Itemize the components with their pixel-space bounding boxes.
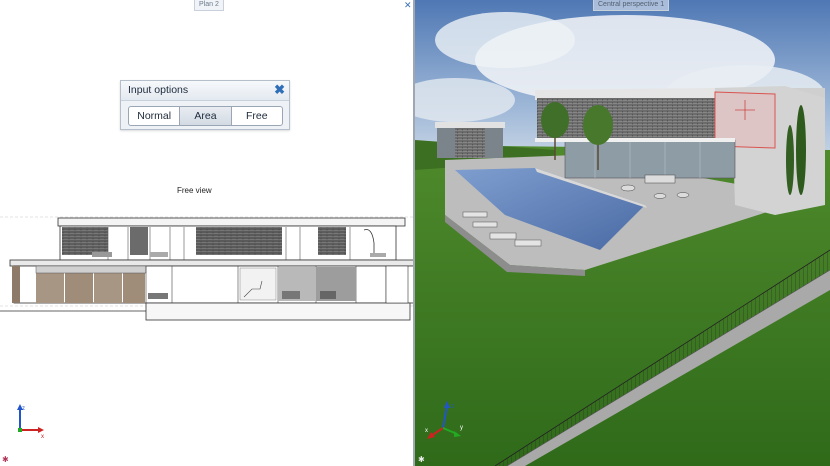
- xyz-axis-icon: z x y: [425, 401, 463, 439]
- input-options-title: Input options: [128, 84, 189, 96]
- svg-text:y: y: [460, 425, 463, 431]
- plan-2-viewport[interactable]: Plan 2 ✕ Input options ✖ Normal Area Fre…: [0, 0, 414, 466]
- close-icon[interactable]: ✖: [274, 82, 285, 98]
- central-perspective-viewport[interactable]: Central perspective 1 z x y ✱: [415, 0, 830, 466]
- svg-text:x: x: [425, 428, 428, 434]
- mode-free-button[interactable]: Free: [232, 107, 282, 125]
- free-view-label: Free view: [177, 186, 212, 195]
- plan-2-title: Plan 2: [194, 0, 224, 11]
- input-mode-selector: Normal Area Free: [128, 106, 283, 126]
- elevation-drawing[interactable]: [0, 205, 414, 330]
- input-options-dialog: Input options ✖ Normal Area Free: [120, 80, 290, 130]
- xyz-axis-icon: z x: [17, 404, 44, 440]
- svg-text:z: z: [451, 404, 454, 410]
- mode-area-button[interactable]: Area: [180, 107, 232, 125]
- svg-text:z: z: [22, 406, 25, 412]
- navigation-icon[interactable]: ✱: [2, 455, 9, 464]
- svg-text:x: x: [41, 434, 44, 440]
- mode-normal-button[interactable]: Normal: [129, 107, 181, 125]
- rendered-scene: [415, 0, 830, 466]
- input-options-header: Input options ✖: [121, 81, 289, 101]
- navigation-icon[interactable]: ✱: [418, 455, 425, 464]
- close-icon[interactable]: ✕: [404, 1, 412, 10]
- central-perspective-title: Central perspective 1: [593, 0, 670, 11]
